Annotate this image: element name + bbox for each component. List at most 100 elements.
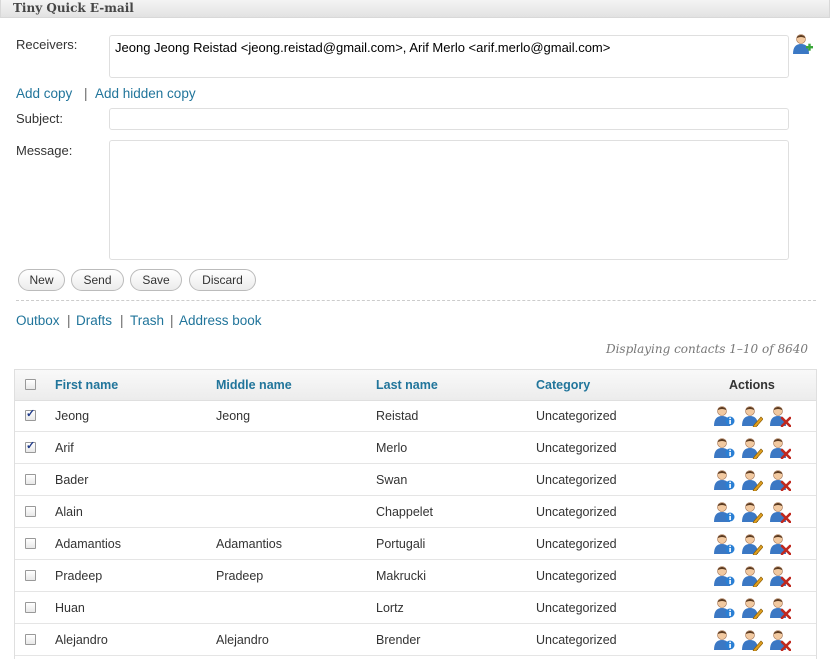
cell-first-name: Pradeep — [55, 569, 103, 583]
header-last-name[interactable]: Last name — [376, 378, 438, 392]
app-title-bar: Tiny Quick E-mail — [0, 0, 830, 18]
row-checkbox[interactable] — [25, 570, 36, 581]
contact-delete-icon[interactable] — [769, 629, 792, 652]
contact-info-icon[interactable] — [713, 501, 735, 523]
table-row[interactable]: Bader Swan Uncategorized — [15, 464, 816, 496]
row-checkbox[interactable] — [25, 407, 36, 421]
new-button[interactable]: New — [18, 269, 65, 291]
contact-delete-icon[interactable] — [769, 533, 792, 556]
contact-delete-icon[interactable] — [769, 469, 792, 492]
subject-input[interactable] — [109, 108, 789, 130]
header-first-name[interactable]: First name — [55, 378, 118, 392]
row-checkbox[interactable] — [25, 506, 36, 517]
row-checkbox[interactable] — [25, 602, 36, 613]
header-middle-name[interactable]: Middle name — [216, 378, 292, 392]
contact-edit-icon[interactable] — [741, 597, 764, 620]
cell-first-name: Bader — [55, 473, 89, 487]
cell-first-name: Jeong — [55, 409, 90, 423]
send-button[interactable]: Send — [71, 269, 124, 291]
row-checkbox[interactable] — [25, 439, 36, 453]
message-textarea[interactable] — [109, 140, 789, 260]
nav-separator: | — [67, 313, 71, 328]
add-copy-link[interactable]: Add copy — [16, 86, 72, 101]
discard-button[interactable]: Discard — [189, 269, 256, 291]
select-all-checkbox[interactable] — [25, 379, 36, 390]
contact-edit-icon[interactable] — [741, 469, 764, 492]
table-header: First name Middle name Last name Categor… — [15, 370, 816, 401]
cell-category: Uncategorized — [536, 505, 617, 519]
cell-category: Uncategorized — [536, 473, 617, 487]
table-row[interactable]: Alejandro Alejandro Brender Uncategorized — [15, 624, 816, 656]
cell-category: Uncategorized — [536, 633, 617, 647]
contact-edit-icon[interactable] — [741, 565, 764, 588]
table-row[interactable]: Arif Merlo Uncategorized — [15, 432, 816, 464]
cell-first-name: Adamantios — [55, 537, 122, 551]
table-row[interactable]: Huan Lortz Uncategorized — [15, 592, 816, 624]
cell-middle-name: Alejandro — [216, 633, 269, 647]
section-divider — [16, 300, 816, 301]
table-row[interactable]: Pradeep Pradeep Makrucki Uncategorized — [15, 560, 816, 592]
contact-info-icon[interactable] — [713, 533, 735, 555]
cell-last-name: Swan — [376, 473, 408, 487]
save-button[interactable]: Save — [130, 269, 182, 291]
contact-delete-icon[interactable] — [769, 501, 792, 524]
table-row[interactable]: Alain Chappelet Uncategorized — [15, 496, 816, 528]
row-checkbox[interactable] — [25, 538, 36, 549]
nav-separator: | — [170, 313, 174, 328]
contacts-table: First name Middle name Last name Categor… — [14, 369, 817, 659]
contact-edit-icon[interactable] — [741, 405, 764, 428]
add-hidden-copy-link[interactable]: Add hidden copy — [95, 86, 196, 101]
row-checkbox[interactable] — [25, 634, 36, 645]
cell-category: Uncategorized — [536, 441, 617, 455]
app-title: Tiny Quick E-mail — [13, 1, 134, 15]
row-checkbox[interactable] — [25, 474, 36, 485]
link-separator: | — [84, 86, 88, 101]
contact-info-icon[interactable] — [713, 437, 735, 459]
cell-last-name: Portugali — [376, 537, 426, 551]
contact-info-icon[interactable] — [713, 629, 735, 651]
contact-delete-icon[interactable] — [769, 565, 792, 588]
cell-first-name: Alain — [55, 505, 83, 519]
contact-info-icon[interactable] — [713, 565, 735, 587]
subject-label: Subject: — [16, 111, 63, 126]
cell-category: Uncategorized — [536, 537, 617, 551]
contact-delete-icon[interactable] — [769, 597, 792, 620]
cell-first-name: Alejandro — [55, 633, 108, 647]
cell-category: Uncategorized — [536, 601, 617, 615]
contact-edit-icon[interactable] — [741, 629, 764, 652]
cell-last-name: Chappelet — [376, 505, 433, 519]
table-row[interactable]: Jeong Jeong Reistad Uncategorized — [15, 400, 816, 432]
cell-last-name: Lortz — [376, 601, 404, 615]
message-label: Message: — [16, 143, 73, 158]
contact-delete-icon[interactable] — [769, 405, 792, 428]
nav-drafts[interactable]: Drafts — [76, 313, 112, 328]
contact-edit-icon[interactable] — [741, 437, 764, 460]
header-category[interactable]: Category — [536, 378, 590, 392]
cell-last-name: Makrucki — [376, 569, 427, 583]
add-receiver-icon[interactable] — [792, 33, 814, 55]
contact-info-icon[interactable] — [713, 597, 735, 619]
nav-trash[interactable]: Trash — [130, 313, 164, 328]
header-actions: Actions — [729, 378, 775, 392]
cell-last-name: Merlo — [376, 441, 408, 455]
contact-edit-icon[interactable] — [741, 533, 764, 556]
cell-category: Uncategorized — [536, 409, 617, 423]
cell-middle-name: Adamantios — [216, 537, 283, 551]
contact-delete-icon[interactable] — [769, 437, 792, 460]
receivers-label: Receivers: — [16, 37, 78, 52]
contact-info-icon[interactable] — [713, 405, 735, 427]
cell-middle-name: Jeong — [216, 409, 251, 423]
nav-separator: | — [120, 313, 124, 328]
nav-outbox[interactable]: Outbox — [16, 313, 60, 328]
contact-info-icon[interactable] — [713, 469, 735, 491]
contact-edit-icon[interactable] — [741, 501, 764, 524]
nav-address-book[interactable]: Address book — [179, 313, 262, 328]
cell-category: Uncategorized — [536, 569, 617, 583]
receivers-value: Jeong Jeong Reistad <jeong.reistad@gmail… — [115, 40, 611, 55]
cell-last-name: Brender — [376, 633, 421, 647]
table-row[interactable]: Adamantios Adamantios Portugali Uncategoriz… — [15, 528, 816, 560]
cell-first-name: Huan — [55, 601, 85, 615]
cell-middle-name: Pradeep — [216, 569, 264, 583]
receivers-field[interactable]: Jeong Jeong Reistad <jeong.reistad@gmail… — [109, 35, 789, 78]
cell-first-name: Arif — [55, 441, 74, 455]
